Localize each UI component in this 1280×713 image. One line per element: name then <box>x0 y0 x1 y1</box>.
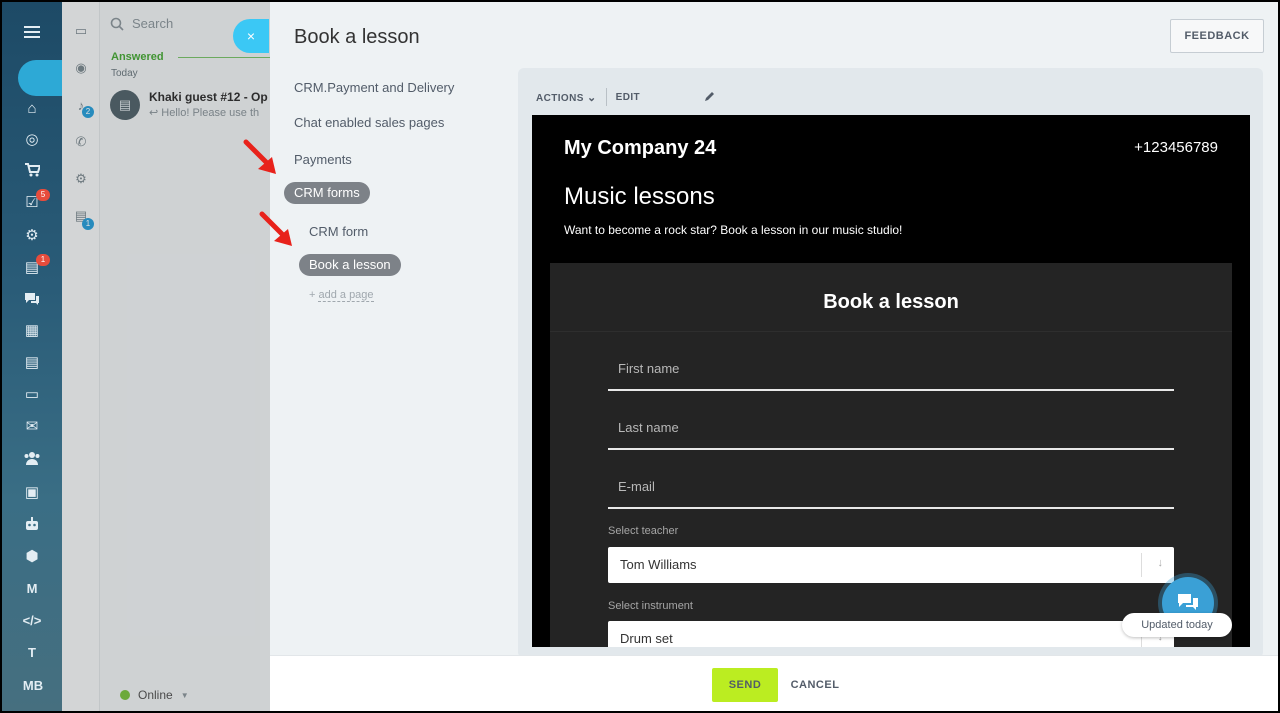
teacher-label: Select teacher <box>608 525 679 537</box>
first-name-field[interactable]: First name <box>608 351 1174 391</box>
last-name-placeholder: Last name <box>618 420 679 435</box>
active-item-highlight <box>18 60 62 96</box>
annotation-arrow-icon <box>259 211 292 246</box>
rail-item-mb-label: MB <box>22 677 44 693</box>
target-icon[interactable]: ◎ <box>22 129 42 149</box>
crm-icon[interactable]: ⚙ <box>22 225 42 245</box>
first-name-placeholder: First name <box>618 361 680 376</box>
document-icon[interactable]: ▤ <box>22 352 42 372</box>
drive-icon[interactable]: ▭ <box>22 384 42 404</box>
tasks-badge: 5 <box>36 189 50 201</box>
page-title: Book a lesson <box>294 26 420 48</box>
email-placeholder: E-mail <box>618 479 655 494</box>
calendar-icon[interactable]: ▦ <box>22 320 42 340</box>
instrument-label: Select instrument <box>608 600 693 612</box>
send-button[interactable]: SEND <box>712 668 778 702</box>
nav-item-payments[interactable]: Payments <box>294 152 352 167</box>
teacher-value: Tom Williams <box>620 557 697 572</box>
add-page-link[interactable]: + add a page <box>309 289 374 302</box>
chevron-down-icon: ↓ <box>1157 557 1164 569</box>
chevron-down-icon: ⌄ <box>587 91 597 104</box>
market-icon[interactable]: M <box>22 578 42 598</box>
menu-icon[interactable] <box>22 22 42 42</box>
add-page-label: add a page <box>318 289 374 302</box>
page-subline: Want to become a rock star? Book a lesso… <box>564 223 903 237</box>
email-field[interactable]: E-mail <box>608 469 1174 509</box>
booking-form: Book a lesson First name Last name E-mai… <box>550 263 1232 647</box>
company-name: My Company 24 <box>564 137 717 159</box>
pencil-icon[interactable] <box>704 90 716 105</box>
rail-item-t[interactable]: T <box>22 642 42 662</box>
chat-icon[interactable] <box>22 289 42 309</box>
annotation-arrow-icon <box>243 139 276 174</box>
code-icon[interactable]: </> <box>22 610 42 630</box>
robot-icon[interactable] <box>22 514 42 534</box>
screen: ⌂ ◎ ☑ 5 ⚙ ▤ 1 ▦ ▤ ▭ ✉ ▣ ⬢ M </> T MB ▭ ◉… <box>0 0 1280 713</box>
overlay-shade <box>62 2 270 711</box>
toolbar-divider <box>605 88 607 106</box>
feedback-button[interactable]: FEEDBACK <box>1170 19 1264 53</box>
footer-bar: SEND CANCEL <box>270 655 1278 711</box>
slider-panel: Book a lesson FEEDBACK CRM.Payment and D… <box>243 2 1278 711</box>
actions-button[interactable]: ACTIONS ⌄ <box>536 91 597 104</box>
preview-toolbar: ACTIONS ⌄ EDIT <box>536 88 640 106</box>
company-phone: +123456789 <box>1134 139 1218 156</box>
cancel-button[interactable]: CANCEL <box>786 668 844 702</box>
updated-badge: Updated today <box>1122 613 1232 637</box>
page-preview: ACTIONS ⌄ EDIT My Company 24 +123456789 … <box>518 68 1263 658</box>
mail-icon[interactable]: ✉ <box>22 416 42 436</box>
rail-item-t-label: T <box>28 644 36 660</box>
nav-item-crm-forms[interactable]: CRM forms <box>284 182 370 204</box>
last-name-field[interactable]: Last name <box>608 410 1174 450</box>
box-icon[interactable]: ⬢ <box>22 546 42 566</box>
select-divider <box>1141 553 1142 577</box>
nav-item-book-a-lesson[interactable]: Book a lesson <box>299 254 401 276</box>
close-icon: × <box>246 28 256 44</box>
form-title: Book a lesson <box>823 291 959 313</box>
close-slider-button[interactable]: × <box>233 19 269 53</box>
cart-icon[interactable] <box>22 160 42 180</box>
chat-bubbles-icon <box>1178 594 1198 610</box>
home-icon[interactable]: ⌂ <box>22 98 42 118</box>
group-icon[interactable] <box>22 448 42 468</box>
edit-button[interactable]: EDIT <box>616 92 640 103</box>
contact-card-icon[interactable]: ▣ <box>22 482 42 502</box>
page-headline: Music lessons <box>564 183 715 210</box>
instrument-value: Drum set <box>620 631 673 646</box>
feed-badge: 1 <box>36 254 50 266</box>
teacher-select[interactable]: Tom Williams ↓ <box>608 547 1174 583</box>
left-navigation-rail: ⌂ ◎ ☑ 5 ⚙ ▤ 1 ▦ ▤ ▭ ✉ ▣ ⬢ M </> T MB <box>2 2 62 711</box>
nav-item-crm-form[interactable]: CRM form <box>309 224 368 239</box>
actions-label: ACTIONS <box>536 92 584 104</box>
rail-item-mb[interactable]: MB <box>17 675 49 695</box>
nav-item-chat-sales-pages[interactable]: Chat enabled sales pages <box>294 115 444 130</box>
nav-item-payment-delivery[interactable]: CRM.Payment and Delivery <box>294 80 454 95</box>
landing-page-preview: My Company 24 +123456789 Music lessons W… <box>532 115 1250 647</box>
instrument-select[interactable]: Drum set ↓ <box>608 621 1174 647</box>
form-divider <box>550 331 1232 332</box>
